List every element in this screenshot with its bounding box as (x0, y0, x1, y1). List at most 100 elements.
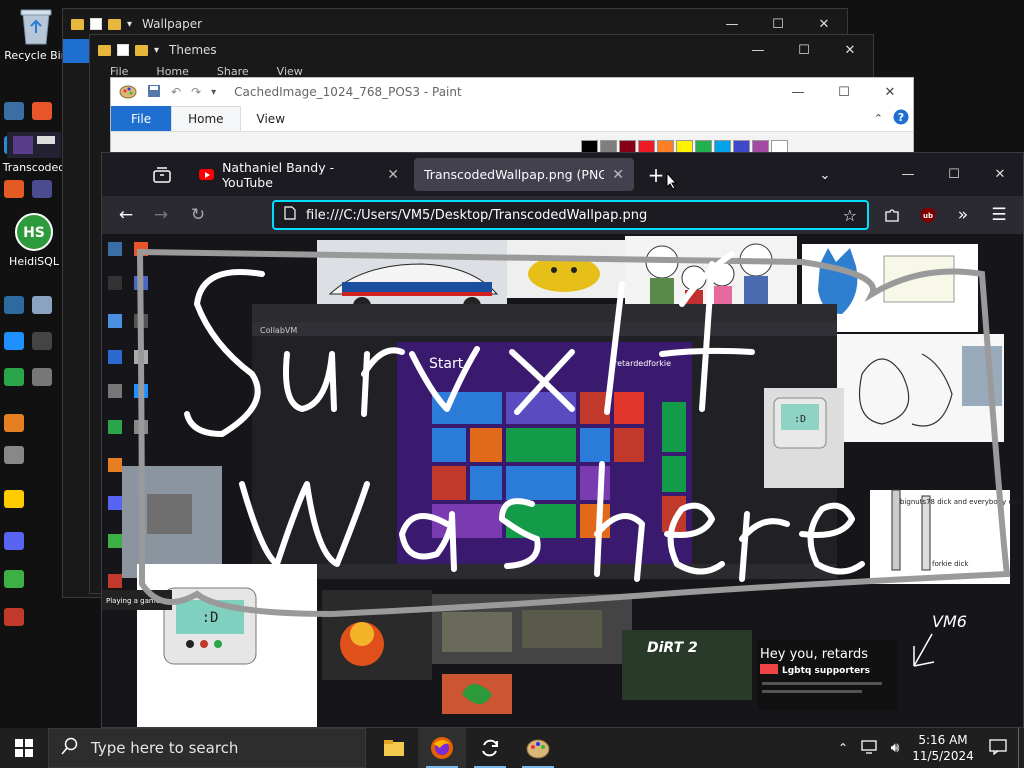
ublock-origin-icon[interactable]: ub (916, 204, 940, 226)
maximize-button[interactable]: ☐ (931, 159, 977, 189)
network-icon[interactable] (856, 739, 882, 757)
mouse-cursor-icon (666, 172, 678, 190)
heidisql-shortcut[interactable]: HS HeidiSQL (2, 212, 66, 268)
close-button[interactable]: ✕ (827, 35, 873, 65)
clock[interactable]: 5:16 AM 11/5/2024 (908, 732, 978, 764)
paint-tab-home[interactable]: Home (171, 106, 241, 131)
svg-text:HS: HS (23, 225, 45, 241)
back-button[interactable]: ← (114, 204, 138, 226)
paint-palette-icon (526, 739, 550, 759)
list-all-tabs-icon[interactable]: ⌄ (813, 164, 837, 186)
heidisql-label: HeidiSQL (9, 255, 59, 268)
wallpaper-image: CollabVM Start retardedforkie:D bignuts… (102, 234, 1024, 727)
show-desktop-button[interactable] (1018, 728, 1024, 768)
signature: VM6 (932, 612, 967, 631)
bookmark-star-icon[interactable]: ☆ (843, 206, 857, 225)
paint-ribbon: File Home View ⌃ ? (111, 106, 913, 132)
folder-icon (108, 18, 121, 30)
file-page-icon (284, 206, 296, 224)
window-title: Wallpaper (142, 17, 203, 31)
firefox-icon (431, 737, 453, 759)
win8-username: retardedforkie (614, 359, 671, 368)
search-placeholder: Type here to search (91, 739, 239, 757)
tab-transcoded-image[interactable]: TranscodedWallpap.png (PNG Image ✕ (414, 158, 634, 191)
minimize-button[interactable]: — (775, 78, 821, 106)
customize-quick-access-icon[interactable]: ▾ (211, 87, 216, 98)
redo-icon[interactable]: ↷ (191, 85, 201, 99)
tab-close-icon[interactable]: ✕ (612, 167, 624, 183)
paint-app-icon (119, 83, 137, 102)
url-text[interactable]: file:///C:/Users/VM5/Desktop/TranscodedW… (306, 208, 647, 223)
windows-logo-icon (15, 739, 33, 757)
heidisql-icon: HS (14, 212, 54, 252)
screen: Recycle Bin Transcoded HS HeidiSQL ▾ Wal… (0, 0, 1024, 768)
svg-text::D: :D (794, 414, 806, 425)
paint-window-controls: — ☐ ✕ (775, 78, 913, 108)
firefox-view-icon[interactable] (150, 164, 174, 186)
dropdown-arrow-icon[interactable]: ▾ (127, 19, 132, 30)
firefox-window[interactable]: Nathaniel Bandy - YouTube ✕ TranscodedWa… (101, 152, 1024, 728)
maximize-button[interactable]: ☐ (781, 35, 827, 65)
file-explorer-icon (384, 740, 404, 756)
clock-time: 5:16 AM (918, 733, 968, 747)
app-menu-icon[interactable]: ☰ (987, 204, 1011, 226)
window-controls: — ☐ ✕ (735, 35, 873, 65)
save-icon[interactable] (147, 84, 161, 101)
extensions-puzzle-icon[interactable] (880, 204, 904, 226)
tab-youtube[interactable]: Nathaniel Bandy - YouTube ✕ (189, 158, 409, 191)
show-hidden-icons-chevron[interactable]: ⌃ (830, 741, 856, 755)
forward-button[interactable]: → (149, 204, 173, 226)
reload-button[interactable]: ↻ (186, 204, 210, 226)
checkbox-icon (90, 18, 102, 30)
maximize-button[interactable]: ☐ (821, 78, 867, 106)
taskbar-paint[interactable] (514, 728, 562, 768)
tab-close-icon[interactable]: ✕ (387, 167, 399, 183)
image-viewer-content[interactable]: CollabVM Start retardedforkie:D bignuts… (102, 234, 1024, 727)
svg-text:CollabVM: CollabVM (260, 326, 297, 335)
dropdown-arrow-icon[interactable]: ▾ (154, 45, 159, 56)
search-icon (61, 737, 79, 759)
volume-icon[interactable]: 🔊︎ (882, 740, 908, 756)
recycle-bin-label: Recycle Bin (4, 49, 68, 62)
firefox-nav-bar: ← → ↻ file:///C:/Users/VM5/Desktop/Trans… (102, 196, 1023, 234)
paint-tab-file[interactable]: File (111, 106, 172, 131)
paint-tab-view[interactable]: View (241, 106, 301, 131)
tab-title: TranscodedWallpap.png (PNG Image (424, 167, 604, 182)
taskbar-sync-app[interactable] (466, 728, 514, 768)
undo-icon[interactable]: ↶ (171, 85, 181, 99)
firefox-tab-bar: Nathaniel Bandy - YouTube ✕ TranscodedWa… (102, 153, 1023, 196)
taskbar-search-box[interactable]: Type here to search (48, 728, 366, 768)
overflow-chevrons-icon[interactable]: » (951, 204, 975, 226)
start-label: Start (429, 356, 464, 372)
close-button[interactable]: ✕ (867, 78, 913, 106)
start-button[interactable] (0, 728, 48, 768)
meme-caption-2: forkie dick (932, 560, 969, 568)
taskbar-firefox[interactable] (418, 728, 466, 768)
svg-text::D: :D (202, 610, 219, 626)
taskbar-file-explorer[interactable] (370, 728, 418, 768)
recycle-bin-shortcut[interactable]: Recycle Bin (4, 6, 68, 62)
close-button[interactable]: ✕ (977, 159, 1023, 189)
minimize-button[interactable]: — (885, 159, 931, 189)
recycle-bin-icon (16, 6, 56, 46)
collapse-ribbon-icon[interactable]: ⌃ (874, 112, 883, 125)
svg-text:ub: ub (923, 212, 933, 220)
checkbox-icon (117, 44, 129, 56)
youtube-icon (199, 169, 215, 180)
folder-icon (71, 18, 84, 30)
tab-title: Nathaniel Bandy - YouTube (222, 159, 335, 190)
meme-caption: bignuts78 dick and everybody else's dick (900, 498, 1024, 506)
desktop-icon-strip (0, 96, 60, 666)
meme-subheading: Lgbtq supporters (782, 666, 870, 676)
window-title: Themes (169, 43, 217, 57)
url-bar[interactable]: file:///C:/Users/VM5/Desktop/TranscodedW… (272, 200, 869, 230)
help-icon[interactable]: ? (893, 109, 909, 128)
notification-center-icon[interactable] (978, 738, 1018, 758)
transcoded-shortcut[interactable]: Transcoded (2, 132, 66, 174)
folder-icon (135, 44, 148, 56)
minimize-button[interactable]: — (735, 35, 781, 65)
image-thumbnail-icon (7, 132, 61, 158)
dirt-logo: DiRT 2 (647, 640, 698, 656)
clock-date: 11/5/2024 (912, 749, 974, 763)
new-tab-button[interactable]: + (644, 163, 668, 187)
